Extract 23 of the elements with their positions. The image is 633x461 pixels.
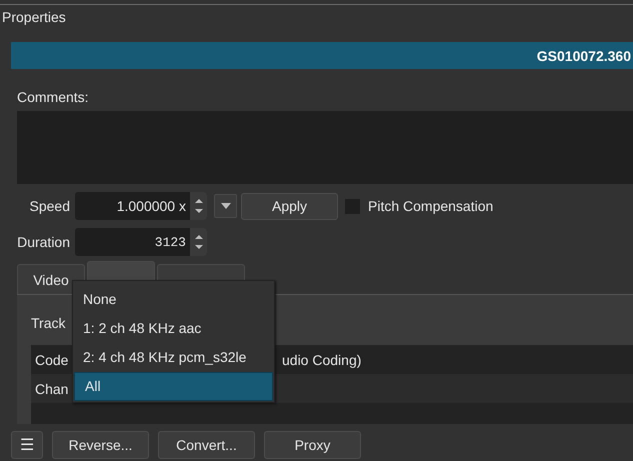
panel-title: Properties	[1, 8, 67, 27]
menu-button[interactable]: ☰	[11, 430, 43, 458]
table-cell: Code	[35, 352, 68, 368]
tab[interactable]: Video	[17, 264, 85, 294]
duration-spinbox[interactable]: 3123	[75, 228, 207, 256]
preset-dropdown-button[interactable]	[214, 194, 237, 218]
apply-button[interactable]: Apply	[241, 192, 338, 220]
speed-label: Speed	[28, 198, 71, 214]
speed-spinbox[interactable]: 1.000000 x	[75, 192, 207, 220]
duration-label: Duration	[16, 234, 71, 250]
menu-item[interactable]: All	[74, 372, 273, 401]
menu-item[interactable]: 1: 2 ch 48 KHz aac	[73, 314, 274, 343]
clip-name: GS010072.360	[536, 48, 631, 64]
table-cell: Chan	[35, 380, 68, 396]
track-label: Track	[31, 315, 66, 333]
action-button[interactable]: Convert...	[158, 430, 255, 458]
menu-item[interactable]: 2: 4 ch 48 KHz pcm_s32le	[73, 343, 274, 372]
action-button[interactable]: Proxy	[264, 430, 361, 458]
comments-label: Comments:	[17, 89, 90, 107]
table-cell: udio Coding)	[282, 352, 362, 368]
pitch-compensation-label: Pitch Compensation	[368, 198, 494, 214]
caret-icon	[220, 203, 230, 209]
action-button[interactable]: Reverse...	[52, 430, 149, 458]
